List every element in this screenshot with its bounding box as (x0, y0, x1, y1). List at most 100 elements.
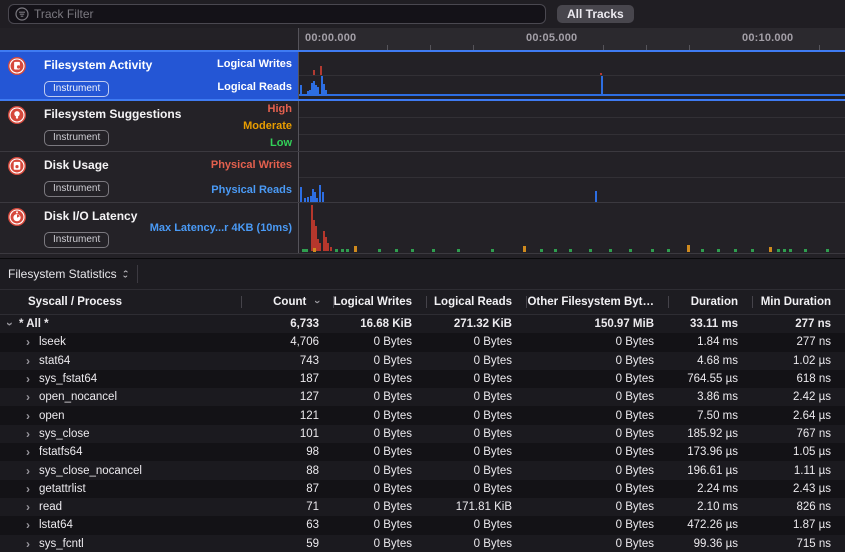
detail-view-selector[interactable]: Filesystem Statistics ›› (8, 267, 127, 281)
syscall-cell[interactable]: ›stat64 (0, 354, 241, 368)
table-row[interactable]: ›lseek4,7060 Bytes0 Bytes0 Bytes1.84 ms2… (0, 333, 845, 351)
track-row-disk-usage[interactable]: Disk UsageInstrumentPhysical WritesPhysi… (0, 152, 845, 203)
lightbulb-icon (8, 106, 26, 124)
track-chart[interactable] (298, 52, 845, 99)
cell-other: 0 Bytes (526, 446, 668, 458)
table-row[interactable]: ›open1210 Bytes0 Bytes0 Bytes7.50 ms2.64… (0, 406, 845, 424)
table-row[interactable]: ›sys_close1010 Bytes0 Bytes0 Bytes185.92… (0, 425, 845, 443)
lane-labels: Logical WritesLogical Reads (217, 52, 292, 99)
cell-min_duration: 2.64 µs (752, 410, 845, 422)
table-row[interactable]: ›read710 Bytes171.81 KiB0 Bytes2.10 ms82… (0, 498, 845, 516)
syscall-cell[interactable]: ›open_nocancel (0, 390, 241, 404)
chart-spike (601, 76, 603, 94)
expand-chevron-icon[interactable]: › (26, 537, 39, 551)
table-row[interactable]: ›fstatfs64980 Bytes0 Bytes0 Bytes173.96 … (0, 443, 845, 461)
syscall-cell[interactable]: ›getattrlist (0, 482, 241, 496)
table-row[interactable]: ›stat647430 Bytes0 Bytes0 Bytes4.68 ms1.… (0, 352, 845, 370)
timeline-ruler[interactable]: 00:00.00000:05.00000:10.000 (298, 28, 845, 50)
expand-chevron-icon[interactable]: › (26, 464, 39, 478)
expand-chevron-icon[interactable]: › (26, 354, 39, 368)
cell-other: 0 Bytes (526, 373, 668, 385)
syscall-cell[interactable]: ›lseek (0, 335, 241, 349)
expand-chevron-icon[interactable]: › (26, 427, 39, 441)
cell-count: 101 (241, 428, 333, 440)
syscall-cell[interactable]: ›read (0, 500, 241, 514)
lane-label: Physical Reads (211, 177, 292, 202)
latency-orange-dot (523, 246, 526, 252)
column-header-other-filesystem-byt-[interactable]: Other Filesystem Byt… (526, 290, 668, 314)
chart-lane-empty (299, 118, 845, 135)
syscall-name: read (39, 501, 62, 513)
latency-green-dot (734, 249, 737, 252)
latency-green-dot (554, 249, 557, 252)
expand-chevron-icon[interactable]: › (26, 409, 39, 423)
expand-chevron-icon[interactable]: › (26, 335, 39, 349)
column-header-min-duration[interactable]: Min Duration (752, 290, 845, 314)
cell-count: 743 (241, 355, 333, 367)
column-header-count[interactable]: Count› (241, 290, 333, 314)
syscall-name: lseek (39, 336, 66, 348)
table-row[interactable]: ›* All *6,73316.68 KiB271.32 KiB150.97 M… (0, 315, 845, 333)
expand-chevron-icon[interactable]: › (26, 518, 39, 532)
all-tracks-button[interactable]: All Tracks (557, 5, 634, 23)
chart-spike (600, 73, 602, 75)
table-row[interactable]: ›open_nocancel1270 Bytes0 Bytes0 Bytes3.… (0, 388, 845, 406)
table-row[interactable]: ›sys_fcntl590 Bytes0 Bytes0 Bytes99.36 µ… (0, 535, 845, 552)
instrument-panel-cell[interactable]: Disk UsageInstrumentPhysical WritesPhysi… (0, 152, 298, 202)
cell-count: 98 (241, 446, 333, 458)
cell-duration: 196.61 µs (668, 465, 752, 477)
syscall-cell[interactable]: ›sys_close_nocancel (0, 464, 241, 478)
cell-other: 0 Bytes (526, 428, 668, 440)
track-chart[interactable] (298, 152, 845, 202)
track-chart[interactable] (298, 203, 845, 253)
instrument-panel-cell[interactable]: Disk I/O LatencyInstrumentMax Latency...… (0, 203, 298, 253)
syscall-cell[interactable]: ›open (0, 409, 241, 423)
syscall-cell[interactable]: ›sys_fcntl (0, 537, 241, 551)
column-header-logical-writes[interactable]: Logical Writes (333, 290, 426, 314)
syscall-cell[interactable]: ›sys_close (0, 427, 241, 441)
track-row-filesystem-suggestions[interactable]: Filesystem SuggestionsInstrumentHighMode… (0, 101, 845, 152)
track-row-filesystem-activity[interactable]: Filesystem ActivityInstrumentLogical Wri… (0, 50, 845, 101)
cell-count: 127 (241, 391, 333, 403)
cell-other: 0 Bytes (526, 538, 668, 550)
cell-min_duration: 277 ns (752, 318, 845, 330)
track-filter-input[interactable] (34, 7, 539, 21)
cell-logical_writes: 0 Bytes (333, 355, 426, 367)
syscall-cell[interactable]: ›lstat64 (0, 518, 241, 532)
expand-chevron-icon[interactable]: › (26, 445, 39, 459)
latency-green-dot (826, 249, 829, 252)
expand-chevron-icon[interactable]: › (26, 390, 39, 404)
table-row[interactable]: ›lstat64630 Bytes0 Bytes0 Bytes472.26 µs… (0, 516, 845, 534)
column-header-logical-reads[interactable]: Logical Reads (426, 290, 526, 314)
cell-duration: 4.68 ms (668, 355, 752, 367)
syscall-name: stat64 (39, 355, 70, 367)
expand-chevron-icon[interactable]: › (26, 372, 39, 386)
cell-logical_reads: 0 Bytes (426, 483, 526, 495)
column-header-syscall-process[interactable]: Syscall / Process (0, 290, 241, 314)
latency-green-dot (432, 249, 435, 252)
track-filter-field[interactable] (8, 4, 546, 24)
chart-spike (322, 192, 324, 202)
cell-min_duration: 618 ns (752, 373, 845, 385)
instrument-panel-cell[interactable]: Filesystem SuggestionsInstrumentHighMode… (0, 101, 298, 151)
collapse-chevron-icon[interactable]: › (3, 322, 17, 326)
table-row[interactable]: ›getattrlist870 Bytes0 Bytes0 Bytes2.24 … (0, 480, 845, 498)
syscall-cell[interactable]: ›* All * (0, 317, 241, 331)
expand-chevron-icon[interactable]: › (26, 482, 39, 496)
table-row[interactable]: ›sys_close_nocancel880 Bytes0 Bytes0 Byt… (0, 461, 845, 479)
stopwatch-icon (8, 208, 26, 226)
cell-logical_reads: 0 Bytes (426, 336, 526, 348)
column-header-duration[interactable]: Duration (668, 290, 752, 314)
table-row[interactable]: ›sys_fstat641870 Bytes0 Bytes0 Bytes764.… (0, 370, 845, 388)
latency-green-dot (717, 249, 720, 252)
track-chart[interactable] (298, 101, 845, 151)
instrument-panel-cell[interactable]: Filesystem ActivityInstrumentLogical Wri… (0, 52, 298, 99)
syscall-cell[interactable]: ›sys_fstat64 (0, 372, 241, 386)
statistics-table: ›* All *6,73316.68 KiB271.32 KiB150.97 M… (0, 315, 845, 552)
cell-duration: 173.96 µs (668, 446, 752, 458)
expand-chevron-icon[interactable]: › (26, 500, 39, 514)
syscall-cell[interactable]: ›fstatfs64 (0, 445, 241, 459)
cell-other: 0 Bytes (526, 519, 668, 531)
latency-green-dot (540, 249, 543, 252)
track-row-disk-i-o-latency[interactable]: Disk I/O LatencyInstrumentMax Latency...… (0, 203, 845, 254)
